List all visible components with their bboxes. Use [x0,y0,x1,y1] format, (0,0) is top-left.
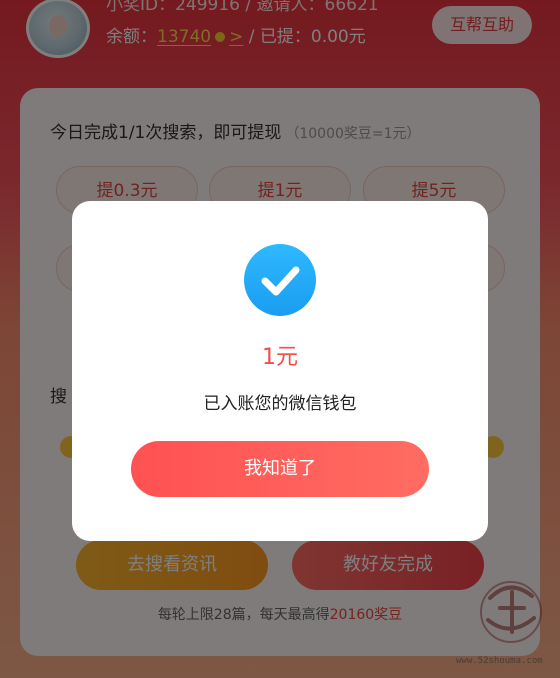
credited-amount: 1元 [262,345,298,370]
credited-message: 已入账您的微信钱包 [203,394,357,414]
got-it-button[interactable]: 我知道了 [131,441,429,497]
success-dialog: 1元 已入账您的微信钱包 我知道了 [72,201,488,541]
success-check-icon [244,244,316,316]
